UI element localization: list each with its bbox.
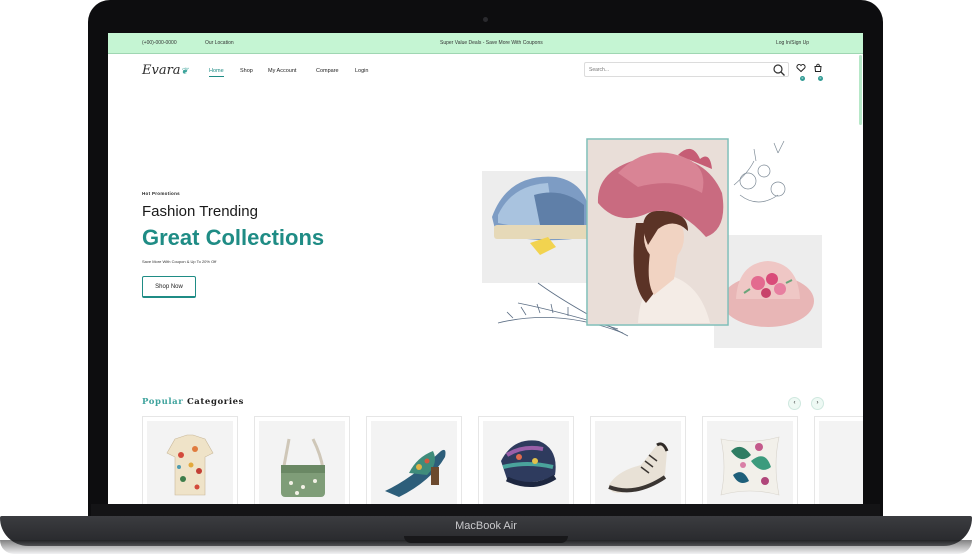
hero-description: Save More With Coupon & Up To 20% Off (142, 259, 217, 264)
search-input[interactable]: Search... (584, 62, 789, 77)
category-card-shirt[interactable] (142, 416, 238, 504)
arrow-left-icon[interactable]: ‹ (788, 397, 801, 410)
wishlist-count-badge: 0 (800, 76, 805, 81)
hero-eyebrow: Hot Promotions (142, 191, 180, 196)
location-link[interactable]: Our Location (205, 40, 234, 46)
shop-now-button[interactable]: Shop Now (142, 276, 196, 298)
nav-compare[interactable]: Compare (316, 68, 339, 74)
nav-login[interactable]: Login (355, 68, 368, 74)
hero-subtitle: Great Collections (142, 225, 325, 250)
category-card-pillow[interactable] (702, 416, 798, 504)
category-card-bag[interactable] (254, 416, 350, 504)
section-title-popular-categories: Popular Categories (142, 397, 245, 407)
laptop-notch (404, 536, 568, 543)
category-card-sneaker[interactable] (590, 416, 686, 504)
hero-title: Fashion Trending (142, 203, 258, 220)
login-signup-link[interactable]: Log In/Sign Up (776, 40, 809, 46)
woman-portrait-illustration (588, 140, 727, 324)
cart-count-badge: 0 (818, 76, 823, 81)
promo-text: Super Value Deals - Save More With Coupo… (440, 40, 543, 46)
nav-my-account[interactable]: My Account (268, 68, 296, 74)
scrollbar[interactable] (859, 55, 862, 125)
browser-screen: (+00)-000-0000 Our Location Super Value … (108, 33, 863, 504)
sandal-icon (385, 449, 446, 497)
search-icon[interactable] (772, 63, 786, 77)
top-bar: (+00)-000-0000 Our Location Super Value … (108, 33, 863, 54)
category-card-sandal[interactable] (366, 416, 462, 504)
device-model-label: MacBook Air (455, 520, 517, 532)
leaf-icon: ❦ (180, 67, 189, 77)
camera (483, 17, 488, 22)
arrow-right-icon[interactable]: › (811, 397, 824, 410)
beanie-icon (501, 440, 557, 487)
nav-home[interactable]: Home (209, 68, 224, 77)
cart-icon[interactable] (813, 63, 823, 73)
category-card-beanie[interactable] (478, 416, 574, 504)
bag-icon (281, 438, 325, 497)
laptop-chin (91, 504, 880, 516)
category-card-partial[interactable] (814, 416, 863, 504)
phone-number[interactable]: (+00)-000-0000 (142, 40, 177, 46)
heart-icon[interactable] (796, 63, 806, 73)
pillow-icon (720, 436, 780, 496)
sneaker-icon (608, 442, 669, 493)
flower-sketch (733, 140, 786, 203)
hero-collage (482, 138, 822, 348)
shirt-icon (166, 434, 214, 496)
logo[interactable]: Evara❦ (142, 63, 188, 78)
nav-shop[interactable]: Shop (240, 68, 253, 74)
